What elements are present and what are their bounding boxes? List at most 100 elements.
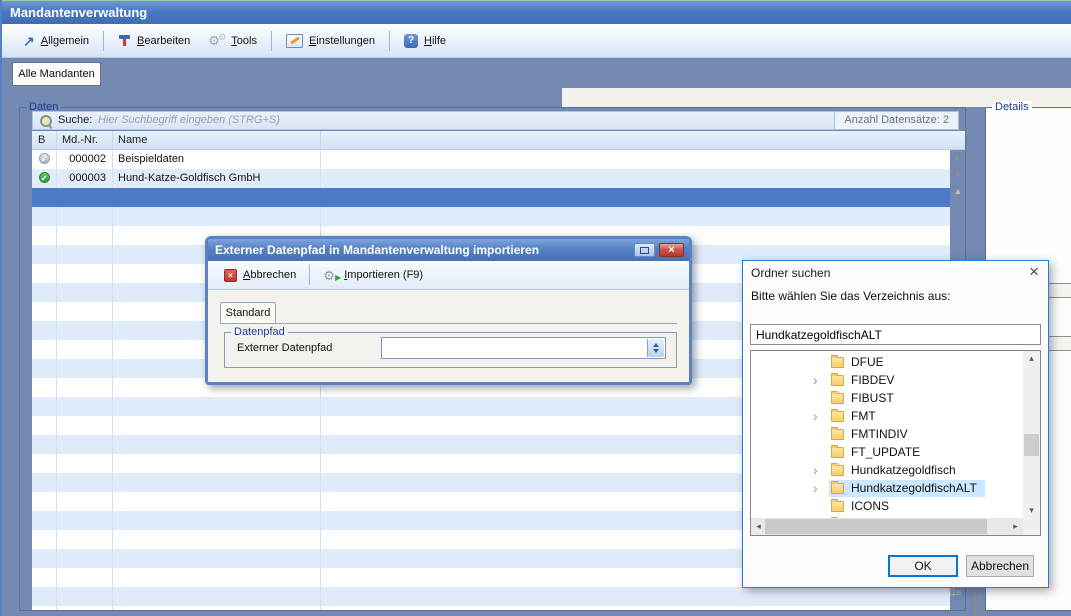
folder-icon <box>831 375 844 386</box>
table-row-selected[interactable] <box>32 188 950 207</box>
panel-splitter-handle[interactable] <box>974 589 981 616</box>
importieren-label: Importieren (F9) <box>344 269 423 281</box>
folder-item[interactable]: › FMT <box>751 407 1022 425</box>
column-header-name[interactable]: Name <box>118 131 147 149</box>
scrollbar-thumb[interactable] <box>1024 434 1039 456</box>
externer-datenpfad-label: Externer Datenpfad <box>237 340 332 356</box>
menu-item-tools[interactable]: ⚙⚙ Tools <box>199 31 266 50</box>
toolbar-separator <box>271 31 272 51</box>
folder-item[interactable]: › FIBDEV <box>751 371 1022 389</box>
close-button[interactable]: × <box>659 243 684 257</box>
expand-chevron-icon[interactable]: › <box>813 463 829 477</box>
scrollbar-thumb[interactable] <box>765 519 987 534</box>
scroll-to-top-icon[interactable]: ▲ <box>952 151 963 162</box>
folder-dialog-prompt: Bitte wählen Sie das Verzeichnis aus: <box>751 289 950 303</box>
window-title: Mandantenverwaltung <box>10 5 147 20</box>
table-row-empty[interactable] <box>32 207 950 226</box>
table-row-empty[interactable] <box>32 587 950 606</box>
abbrechen-button[interactable]: × Abbrechen <box>216 267 304 284</box>
cell-mdnr: 000003 <box>56 169 106 188</box>
folder-name: HundkatzegoldfischALT <box>851 479 977 497</box>
externer-datenpfad-input[interactable] <box>382 338 653 358</box>
table-row[interactable]: ✓000003Hund-Katze-Goldfisch GmbH <box>32 169 950 188</box>
scroll-up-icon[interactable]: ▴ <box>1023 351 1040 366</box>
folder-icon <box>831 465 844 476</box>
folder-item[interactable]: ›DFUE <box>751 353 1022 371</box>
datenpfad-group-label: Datenpfad <box>231 326 288 338</box>
window-titlebar[interactable]: Mandantenverwaltung <box>2 0 1071 24</box>
folder-item[interactable]: ›FIBUST <box>751 389 1022 407</box>
green-check-icon: ✓ <box>39 172 50 183</box>
folder-item[interactable]: ›FMTINDIV <box>751 425 1022 443</box>
sort-icon[interactable]: ⇅≡ <box>948 589 960 599</box>
column-header-mdnr[interactable]: Md.-Nr. <box>62 131 98 149</box>
tab-alle-mandanten[interactable]: Alle Mandanten <box>12 62 101 86</box>
menu-label: Einstellungen <box>309 35 375 47</box>
gears-icon: ⚙⚙ <box>208 34 225 47</box>
expand-chevron-icon[interactable]: › <box>813 409 829 423</box>
folder-icon <box>831 429 844 440</box>
folder-name: FIBUST <box>851 389 894 407</box>
expand-chevron-icon[interactable]: › <box>813 373 829 387</box>
folder-item[interactable]: ›ICONS <box>751 497 1022 515</box>
folder-icon <box>831 357 844 368</box>
minimize-icon <box>640 247 649 254</box>
scroll-up-dim-icon[interactable]: ▲ <box>951 187 965 196</box>
import-dialog-titlebar[interactable]: Externer Datenpfad in Mandantenverwaltun… <box>208 239 689 261</box>
spinner-button[interactable] <box>647 339 664 357</box>
column-header-b[interactable]: B <box>38 131 45 149</box>
spinner-down-icon <box>653 349 659 353</box>
folder-name: FIBDEV <box>851 371 894 389</box>
horizontal-scrollbar[interactable]: ◂ ▸ <box>751 518 1023 535</box>
import-dialog: Externer Datenpfad in Mandantenverwaltun… <box>205 236 692 385</box>
folder-icon <box>831 501 844 512</box>
scroll-left-icon[interactable]: ◂ <box>751 518 766 535</box>
abbrechen-label: Abbrechen <box>243 269 296 281</box>
toolbar-separator <box>309 265 310 285</box>
ok-button[interactable]: OK <box>888 555 958 577</box>
menu-item-hilfe[interactable]: ? Hilfe <box>395 31 455 51</box>
scrollbar-corner <box>1023 518 1040 535</box>
scroll-down-icon[interactable]: ▾ <box>1023 503 1040 518</box>
vertical-scrollbar[interactable]: ▴ ▾ <box>1023 351 1040 518</box>
folder-icon <box>831 483 844 494</box>
menu-item-allgemein[interactable]: ↗ Allgemein <box>14 31 98 51</box>
close-icon[interactable]: × <box>1029 262 1039 282</box>
expand-chevron-icon[interactable]: › <box>813 481 829 495</box>
menu-label: Allgemein <box>41 35 89 47</box>
tab-baseline <box>220 323 677 324</box>
toolbar-separator <box>103 31 104 51</box>
menu-item-einstellungen[interactable]: Einstellungen <box>277 31 384 51</box>
importieren-button[interactable]: ⚙▶ Importieren (F9) <box>315 267 431 284</box>
edit-tool-icon <box>118 34 131 47</box>
table-row-empty[interactable] <box>32 606 950 610</box>
folder-item[interactable]: ›Hundkatzegoldfisch <box>751 461 1022 479</box>
folder-item[interactable]: ›FT_UPDATE <box>751 443 1022 461</box>
minimize-button[interactable] <box>634 243 655 257</box>
import-dialog-title: Externer Datenpfad in Mandantenverwaltun… <box>215 243 630 257</box>
arrow-up-right-icon: ↗ <box>23 34 35 48</box>
folder-name: FMT <box>851 407 876 425</box>
abbrechen-button[interactable]: Abbrechen <box>966 555 1034 577</box>
settings-form-icon <box>286 34 303 48</box>
close-icon: × <box>668 244 674 256</box>
folder-item[interactable]: › HundkatzegoldfischALT <box>751 479 1022 497</box>
folder-path-input[interactable] <box>750 324 1041 345</box>
menu-item-bearbeiten[interactable]: Bearbeiten <box>109 31 199 50</box>
search-input[interactable]: Hier Suchbegriff eingeben (STRG+S) <box>98 112 280 129</box>
scroll-right-icon[interactable]: ▸ <box>1008 518 1023 535</box>
import-dialog-content: Standard Datenpfad Externer Datenpfad <box>208 290 689 383</box>
table-row[interactable]: ✓000002Beispieldaten <box>32 150 950 169</box>
search-icon <box>40 115 52 127</box>
scroll-up-icon[interactable]: ▲ <box>951 169 965 178</box>
folder-name: FMTINDIV <box>851 425 908 443</box>
folder-name: FT_UPDATE <box>851 443 920 461</box>
datenpfad-groupbox: Datenpfad Externer Datenpfad <box>224 332 677 368</box>
search-bar: Suche: Hier Suchbegriff eingeben (STRG+S… <box>32 111 959 130</box>
externer-datenpfad-field <box>381 337 666 359</box>
menu-label: Hilfe <box>424 35 446 47</box>
cell-mdnr: 000002 <box>56 150 106 169</box>
search-label: Suche: <box>58 112 92 129</box>
tab-standard[interactable]: Standard <box>220 302 276 323</box>
cell-name: Beispieldaten <box>118 150 184 169</box>
